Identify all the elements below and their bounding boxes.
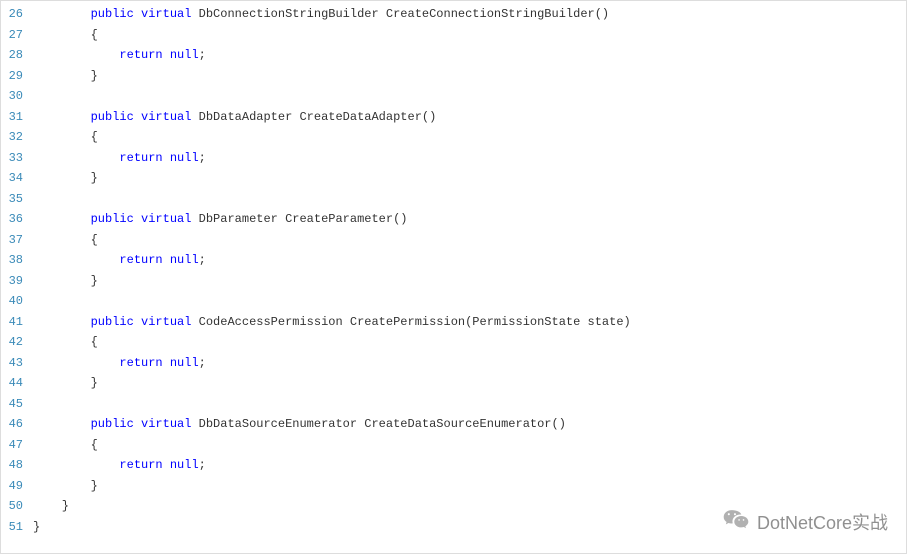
code-line[interactable]: 44 } — [1, 373, 906, 394]
code-line[interactable]: 30 — [1, 86, 906, 107]
line-number: 35 — [1, 192, 33, 206]
code-content[interactable]: { — [33, 233, 98, 247]
code-line[interactable]: 27 { — [1, 25, 906, 46]
code-content[interactable]: public virtual DbConnectionStringBuilder… — [33, 7, 609, 21]
watermark-text: DotNetCore实战 — [757, 509, 888, 535]
line-number: 50 — [1, 499, 33, 513]
line-number: 27 — [1, 28, 33, 42]
line-number: 44 — [1, 376, 33, 390]
code-line[interactable]: 48 return null; — [1, 455, 906, 476]
code-content[interactable]: } — [33, 499, 69, 513]
line-number: 26 — [1, 7, 33, 21]
code-content[interactable]: { — [33, 335, 98, 349]
code-content[interactable]: return null; — [33, 48, 206, 62]
code-editor[interactable]: 26 public virtual DbConnectionStringBuil… — [1, 1, 906, 537]
line-number: 28 — [1, 48, 33, 62]
line-number: 40 — [1, 294, 33, 308]
code-content[interactable]: } — [33, 274, 98, 288]
line-number: 43 — [1, 356, 33, 370]
code-content[interactable]: return null; — [33, 356, 206, 370]
code-content[interactable]: public virtual DbDataSourceEnumerator Cr… — [33, 417, 566, 431]
code-content[interactable]: } — [33, 69, 98, 83]
code-line[interactable]: 49 } — [1, 476, 906, 497]
line-number: 31 — [1, 110, 33, 124]
line-number: 48 — [1, 458, 33, 472]
code-line[interactable]: 46 public virtual DbDataSourceEnumerator… — [1, 414, 906, 435]
code-line[interactable]: 28 return null; — [1, 45, 906, 66]
code-content[interactable]: { — [33, 28, 98, 42]
line-number: 46 — [1, 417, 33, 431]
line-number: 33 — [1, 151, 33, 165]
code-line[interactable]: 38 return null; — [1, 250, 906, 271]
code-content[interactable]: return null; — [33, 458, 206, 472]
code-content[interactable]: public virtual DbDataAdapter CreateDataA… — [33, 110, 436, 124]
code-line[interactable]: 37 { — [1, 230, 906, 251]
code-line[interactable]: 31 public virtual DbDataAdapter CreateDa… — [1, 107, 906, 128]
code-line[interactable]: 32 { — [1, 127, 906, 148]
line-number: 29 — [1, 69, 33, 83]
line-number: 32 — [1, 130, 33, 144]
line-number: 30 — [1, 89, 33, 103]
line-number: 42 — [1, 335, 33, 349]
code-line[interactable]: 33 return null; — [1, 148, 906, 169]
code-content[interactable]: } — [33, 520, 40, 534]
code-line[interactable]: 26 public virtual DbConnectionStringBuil… — [1, 4, 906, 25]
line-number: 39 — [1, 274, 33, 288]
code-line[interactable]: 41 public virtual CodeAccessPermission C… — [1, 312, 906, 333]
code-line[interactable]: 45 — [1, 394, 906, 415]
code-line[interactable]: 34 } — [1, 168, 906, 189]
line-number: 41 — [1, 315, 33, 329]
line-number: 45 — [1, 397, 33, 411]
line-number: 34 — [1, 171, 33, 185]
code-content[interactable]: return null; — [33, 151, 206, 165]
code-content[interactable]: } — [33, 479, 98, 493]
line-number: 37 — [1, 233, 33, 247]
line-number: 36 — [1, 212, 33, 226]
code-line[interactable]: 47 { — [1, 435, 906, 456]
code-line[interactable]: 35 — [1, 189, 906, 210]
code-content[interactable]: { — [33, 438, 98, 452]
code-line[interactable]: 42 { — [1, 332, 906, 353]
code-content[interactable]: } — [33, 376, 98, 390]
code-content[interactable]: return null; — [33, 253, 206, 267]
code-content[interactable]: public virtual DbParameter CreateParamet… — [33, 212, 408, 226]
code-line[interactable]: 36 public virtual DbParameter CreatePara… — [1, 209, 906, 230]
line-number: 38 — [1, 253, 33, 267]
line-number: 51 — [1, 520, 33, 534]
code-line[interactable]: 39 } — [1, 271, 906, 292]
line-number: 47 — [1, 438, 33, 452]
line-number: 49 — [1, 479, 33, 493]
code-line[interactable]: 40 — [1, 291, 906, 312]
code-content[interactable]: } — [33, 171, 98, 185]
watermark: DotNetCore实战 — [723, 508, 888, 535]
code-line[interactable]: 43 return null; — [1, 353, 906, 374]
wechat-icon — [723, 508, 749, 535]
code-line[interactable]: 29 } — [1, 66, 906, 87]
code-content[interactable]: { — [33, 130, 98, 144]
code-content[interactable]: public virtual CodeAccessPermission Crea… — [33, 315, 631, 329]
